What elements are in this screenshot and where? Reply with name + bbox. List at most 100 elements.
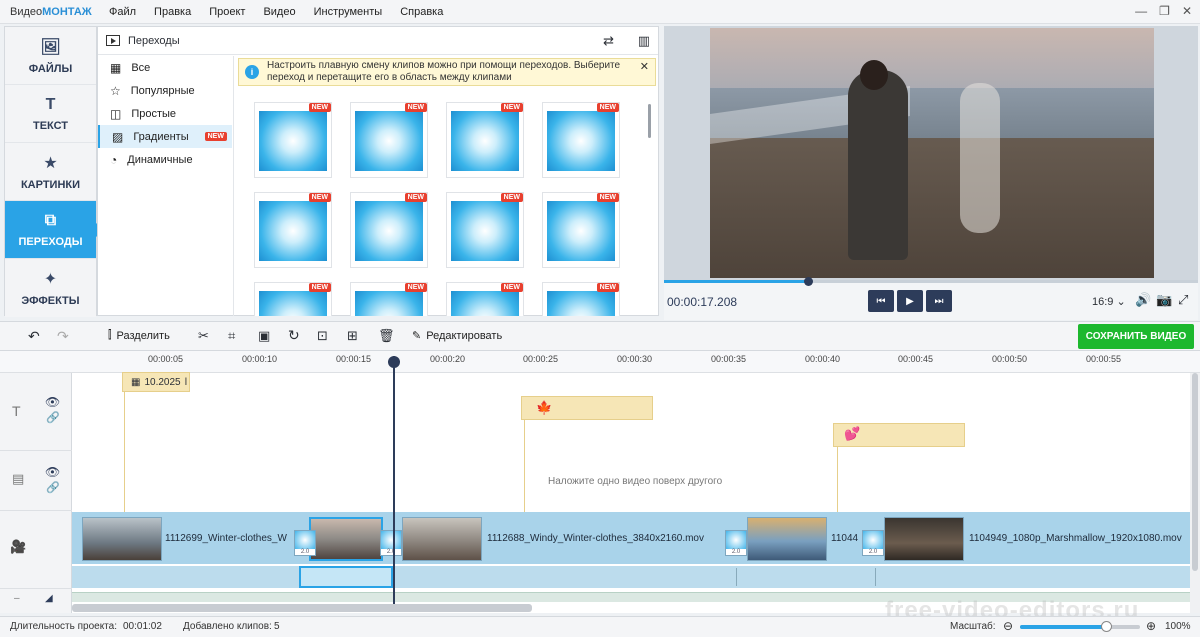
sticker-clip-leaf[interactable]: 🍁 (521, 396, 653, 420)
category-all[interactable]: ▦ Все (98, 56, 232, 79)
ruler-tick: 00:00:50 (992, 354, 1028, 364)
text-track-header: T 👁 🔗 (0, 373, 72, 451)
clip-thumb-1[interactable] (82, 517, 162, 561)
menu-tools[interactable]: Инструменты (305, 6, 392, 18)
category-gradients[interactable]: ▨ Градиенты NEW (98, 125, 232, 148)
zoom-clip-icon[interactable]: ⊡ (317, 328, 328, 344)
sticker-clip-hearts[interactable]: 💕 (833, 423, 965, 447)
minimize-icon[interactable]: — (1135, 4, 1147, 18)
nav-transitions[interactable]: ⧉ ПЕРЕХОДЫ (5, 201, 104, 259)
transition-2[interactable]: 2.0 (380, 530, 402, 556)
overlay-track-header: ▤ 👁 🔗 (0, 451, 72, 511)
save-video-button[interactable]: СОХРАНИТЬ ВИДЕО (1078, 324, 1194, 349)
transition-tile[interactable]: NEW (542, 102, 620, 178)
transition-tile[interactable]: NEW (254, 282, 332, 316)
playhead[interactable] (388, 356, 400, 604)
clips-value: 5 (274, 621, 280, 632)
panel-title: Переходы (128, 34, 180, 47)
transition-tile[interactable]: NEW (446, 192, 524, 268)
timeline-vscroll[interactable] (1190, 373, 1200, 613)
insert-icon[interactable]: ⊞ (347, 328, 358, 344)
volume-icon[interactable]: 🔊 (1135, 292, 1151, 308)
ruler-tick: 00:00:45 (898, 354, 934, 364)
grid-icon: ▦ (110, 60, 122, 75)
date-text-clip[interactable]: ▦ 10.2025 ǀ (122, 372, 190, 392)
maximize-icon[interactable]: ❐ (1159, 4, 1170, 18)
transition-tile[interactable]: NEW (542, 282, 620, 316)
ruler-tick: 00:00:30 (617, 354, 653, 364)
nav-effects[interactable]: ✦ ЭФФЕКТЫ (5, 259, 96, 317)
category-popular[interactable]: ☆ Популярные (98, 79, 232, 102)
link-icon[interactable]: 🔗 (46, 481, 60, 494)
camera-icon[interactable]: 📷 (1156, 292, 1172, 308)
transition-tile[interactable]: NEW (254, 192, 332, 268)
menu-help[interactable]: Справка (391, 6, 452, 18)
nav-pictures[interactable]: ★ КАРТИНКИ (5, 143, 96, 201)
transition-tile[interactable]: NEW (542, 192, 620, 268)
transition-tile[interactable]: NEW (350, 282, 428, 316)
eye-icon[interactable]: 👁 (45, 465, 60, 479)
transition-3[interactable]: 2.0 (725, 530, 747, 556)
menu-project[interactable]: Проект (200, 6, 254, 18)
seek-bar[interactable] (664, 277, 1198, 286)
rotate-icon[interactable]: ↻ (288, 327, 300, 344)
menu-video[interactable]: Видео (254, 6, 304, 18)
menu-edit[interactable]: Правка (145, 6, 200, 18)
fullscreen-icon[interactable]: ⤢ (1178, 292, 1188, 308)
seek-handle[interactable] (804, 277, 814, 286)
volume-track-icon[interactable]: ◢ (45, 593, 53, 604)
video-camera-icon: 🎥 (10, 539, 27, 554)
transition-tile[interactable]: NEW (350, 102, 428, 178)
transition-tile[interactable]: NEW (350, 192, 428, 268)
transition-tile[interactable]: NEW (254, 102, 332, 178)
eye-icon[interactable]: 👁 (45, 395, 60, 409)
zoom-slider-handle[interactable] (1101, 621, 1113, 632)
zoom-slider[interactable] (1020, 621, 1140, 632)
close-banner-icon[interactable]: ✕ (640, 61, 649, 73)
crop-icon[interactable]: ⌗ (228, 328, 235, 344)
delete-icon[interactable]: 🗑 (378, 328, 395, 344)
aspect-ratio-select[interactable]: 16:9 ⌄ (1092, 295, 1126, 308)
play-button[interactable]: ▶ (897, 290, 923, 312)
transition-4[interactable]: 2.0 (862, 530, 884, 556)
audio-selection[interactable] (299, 566, 393, 588)
transition-1[interactable]: 2.0 (294, 530, 316, 556)
link-icon[interactable]: 🔗 (46, 411, 60, 424)
grid-scrollbar[interactable] (648, 104, 651, 138)
image-icon: 🖼 (40, 38, 61, 56)
category-dynamic[interactable]: ◔ Динамичные (98, 148, 232, 171)
shuffle-icon[interactable]: ⇄ (603, 33, 614, 49)
split-button[interactable]: ⫿ Разделить (108, 329, 170, 342)
clip-thumb-3[interactable] (402, 517, 482, 561)
timeline-scrollbar[interactable] (72, 604, 532, 612)
transition-thumbnail (355, 291, 423, 316)
clip-thumb-2[interactable] (309, 517, 383, 561)
cut-icon[interactable]: ✂ (198, 328, 209, 344)
frame-icon[interactable]: ▣ (258, 328, 270, 344)
title-bar: ВидеоМОНТАЖ Файл Правка Проект Видео Инс… (0, 0, 1200, 24)
zoom-in-icon[interactable]: ⊕ (1146, 619, 1156, 633)
clip-thumb-4[interactable] (747, 517, 827, 561)
ruler-tick: 00:00:35 (711, 354, 747, 364)
skip-back-icon: ⏮ (876, 295, 886, 307)
edit-button[interactable]: ✎ Редактировать (412, 329, 502, 343)
transition-thumbnail (259, 291, 327, 316)
menu-file[interactable]: Файл (100, 6, 145, 18)
prev-frame-button[interactable]: ⏮ (868, 290, 894, 312)
clip-thumb-5[interactable] (884, 517, 964, 561)
zoom-out-icon[interactable]: ⊖ (1003, 619, 1013, 633)
transition-tile[interactable]: NEW (446, 102, 524, 178)
transition-thumbnail (355, 201, 423, 261)
time-ruler[interactable]: 00:00:05 00:00:10 00:00:15 00:00:20 00:00:25… (0, 351, 1200, 373)
close-icon[interactable]: ✕ (1182, 4, 1192, 18)
category-simple[interactable]: ◫ Простые (98, 102, 232, 125)
transition-tile[interactable]: NEW (446, 282, 524, 316)
redo-icon[interactable]: ↷ (57, 328, 69, 345)
next-frame-button[interactable]: ⏭ (926, 290, 952, 312)
ruler-tick: 00:00:55 (1086, 354, 1122, 364)
undo-icon[interactable]: ↶ (28, 328, 40, 345)
info-icon: i (245, 65, 259, 79)
filmstrip-icon[interactable]: ▥ (638, 33, 650, 49)
nav-text[interactable]: T ТЕКСТ (5, 85, 96, 143)
nav-files[interactable]: 🖼 ФАЙЛЫ (5, 27, 96, 85)
